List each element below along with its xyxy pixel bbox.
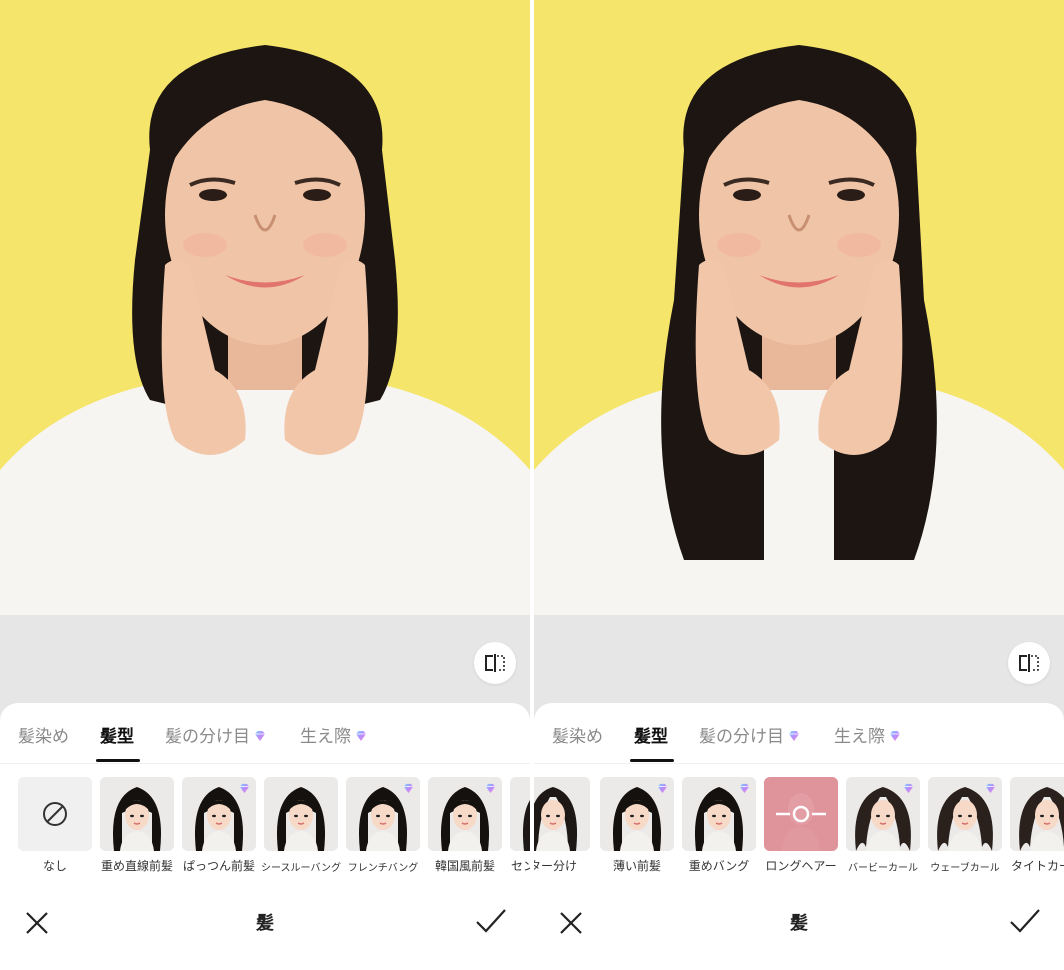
tab-3[interactable]: 生え際 — [834, 722, 902, 747]
compare-icon — [485, 654, 505, 672]
hairstyle-item[interactable]: ウェーブカール — [928, 777, 1002, 874]
hairstyle-item[interactable]: 重め直線前髪 — [100, 777, 174, 873]
hairstyle-list[interactable]: なし 重め直線前髪 ぱっつん前髪 シースルーバング フレンチバング 韓国風前髪 … — [0, 777, 530, 877]
hairstyle-label: フレンチバング — [347, 863, 419, 874]
portrait-photo — [534, 0, 1064, 615]
bottom-bar: 髪 — [534, 892, 1064, 952]
hairstyle-item[interactable]: シースルーバング — [261, 777, 341, 874]
hairstyle-label: ター分け — [534, 859, 577, 873]
hairstyle-thumbnail — [600, 777, 674, 851]
hairstyle-item[interactable]: 薄い前髪 — [600, 777, 674, 873]
gem-icon — [354, 728, 368, 742]
gem-icon — [656, 782, 669, 795]
compare-icon — [1019, 654, 1039, 672]
tab-label: 髪型 — [634, 727, 668, 747]
gem-icon — [738, 782, 751, 795]
tab-3[interactable]: 生え際 — [300, 722, 368, 747]
gem-icon — [888, 728, 902, 742]
tab-2[interactable]: 髪の分け目 — [699, 722, 801, 747]
hairstyle-thumbnail — [346, 777, 420, 851]
editor-title: 髪 — [256, 913, 274, 934]
portrait-photo — [0, 0, 530, 615]
hairstyle-thumbnail — [764, 777, 838, 851]
active-tab-indicator — [630, 759, 674, 762]
hairstyle-item[interactable]: 韓国風前髪 — [428, 777, 502, 873]
gem-icon — [902, 782, 915, 795]
hairstyle-thumbnail — [264, 777, 338, 851]
hairstyle-label: ロングヘアー — [765, 859, 837, 873]
hairstyle-label: バービーカール — [848, 863, 918, 874]
hairstyle-label: なし — [42, 859, 67, 873]
category-tabs: 髪染め 髪型 髪の分け目 生え際 — [0, 703, 530, 764]
gem-icon — [984, 782, 997, 795]
hairstyle-thumbnail — [1010, 777, 1064, 851]
tab-label: 髪の分け目 — [699, 727, 784, 747]
hairstyle-list[interactable]: ター分け 薄い前髪 重めバング ロングヘアー バービーカール ウェーブカール タ… — [534, 777, 1064, 877]
hairstyle-thumbnail — [18, 777, 92, 851]
hairstyle-label: 重めバング — [688, 859, 750, 873]
active-tab-indicator — [96, 759, 140, 762]
tab-1[interactable]: 髪型 — [100, 722, 134, 747]
hairstyle-item[interactable]: ぱっつん前髪 — [182, 777, 256, 873]
editor-title: 髪 — [790, 913, 808, 934]
compare-button[interactable] — [474, 642, 516, 684]
compare-button[interactable] — [1008, 642, 1050, 684]
gem-icon — [238, 782, 251, 795]
gem-icon — [787, 728, 801, 742]
gem-icon — [253, 728, 267, 742]
hairstyle-label: 薄い前髪 — [612, 859, 661, 873]
tab-label: 生え際 — [300, 727, 351, 747]
hairstyle-label: センター分け — [510, 859, 530, 873]
bottom-bar: 髪 — [0, 892, 530, 952]
tab-1[interactable]: 髪型 — [634, 722, 668, 747]
tab-label: 髪染め — [18, 727, 69, 747]
hairstyle-thumbnail — [846, 777, 920, 851]
confirm-button[interactable] — [1008, 906, 1042, 936]
tab-0[interactable]: 髪染め — [552, 722, 603, 747]
confirm-button[interactable] — [474, 906, 508, 936]
check-icon — [1010, 909, 1040, 933]
tab-label: 髪の分け目 — [165, 727, 250, 747]
hairstyle-item[interactable]: フレンチバング — [346, 777, 420, 874]
hairstyle-label: ぱっつん前髪 — [182, 859, 255, 873]
gem-icon — [402, 782, 415, 795]
hairstyle-thumbnail — [534, 777, 590, 851]
hairstyle-label: ウェーブカール — [930, 863, 1000, 874]
hairstyle-item[interactable]: センター分け — [510, 777, 530, 873]
hairstyle-item[interactable]: 重めバング — [682, 777, 756, 873]
tab-label: 髪染め — [552, 727, 603, 747]
hairstyle-thumbnail — [428, 777, 502, 851]
hairstyle-label: シースルーバング — [261, 863, 341, 874]
hairstyle-thumbnail — [510, 777, 530, 851]
hairstyle-thumbnail — [682, 777, 756, 851]
hairstyle-label: タイトカール — [1010, 859, 1064, 873]
hairstyle-item[interactable]: タイトカール — [1010, 777, 1064, 873]
gem-icon — [484, 782, 497, 795]
hairstyle-label: 韓国風前髪 — [434, 859, 495, 873]
tab-label: 生え際 — [834, 727, 885, 747]
tab-2[interactable]: 髪の分け目 — [165, 722, 267, 747]
check-icon — [476, 909, 506, 933]
before-panel: 髪染め 髪型 髪の分け目 生え際 なし 重め直線前髪 ぱっつん前髪 シースルーバング — [0, 0, 530, 970]
after-panel: 髪染め 髪型 髪の分け目 生え際 ター分け 薄い前髪 重めバング ロングヘアー … — [534, 0, 1064, 970]
hairstyle-item[interactable]: なし — [18, 777, 92, 873]
hairstyle-label: 重め直線前髪 — [100, 859, 173, 873]
tab-label: 髪型 — [100, 727, 134, 747]
category-tabs: 髪染め 髪型 髪の分け目 生え際 — [534, 703, 1064, 764]
hairstyle-item[interactable]: ター分け — [534, 777, 590, 873]
none-icon — [18, 777, 92, 851]
hairstyle-thumbnail — [182, 777, 256, 851]
hairstyle-thumbnail — [100, 777, 174, 851]
hairstyle-item[interactable]: バービーカール — [846, 777, 920, 874]
hairstyle-item[interactable]: ロングヘアー — [764, 777, 838, 873]
hairstyle-thumbnail — [928, 777, 1002, 851]
tab-0[interactable]: 髪染め — [18, 722, 69, 747]
